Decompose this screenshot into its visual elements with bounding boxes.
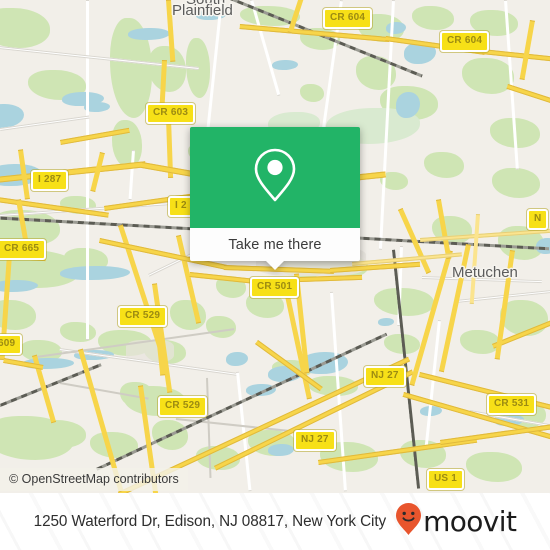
shield-us-1[interactable]: US 1	[427, 469, 465, 490]
shield-i-287[interactable]: I 287	[31, 170, 69, 191]
callout-tail	[266, 261, 284, 270]
shield-cr-665[interactable]: CR 665	[0, 239, 47, 260]
callout-action-bar[interactable]: Take me there	[190, 228, 360, 261]
take-me-there-label: Take me there	[228, 236, 322, 253]
moovit-wordmark: moovit	[423, 505, 517, 538]
shield-cr-529-b[interactable]: CR 529	[158, 396, 208, 417]
shield-cr-501[interactable]: CR 501	[250, 277, 300, 298]
map-screenshot: CR 604 CR 604 CR 603 I 287 I 2 CR 665 CR…	[0, 0, 550, 550]
shield-nj-27-a[interactable]: NJ 27	[364, 366, 406, 387]
shield-609[interactable]: 609	[0, 334, 23, 355]
address-label: 1250 Waterford Dr, Edison, NJ 08817, New…	[33, 512, 387, 530]
footer-bar: 1250 Waterford Dr, Edison, NJ 08817, New…	[0, 493, 550, 550]
shield-cr-531[interactable]: CR 531	[487, 394, 537, 415]
moovit-logo[interactable]: moovit	[395, 502, 517, 541]
place-label-metuchen: Metuchen	[452, 264, 518, 281]
shield-cr-603[interactable]: CR 603	[146, 103, 196, 124]
location-callout-card[interactable]: Take me there	[190, 127, 360, 270]
shield-cr-529-a[interactable]: CR 529	[118, 306, 168, 327]
place-label-south-plainfield: Plainfield	[172, 2, 233, 19]
shield-nj-27-b[interactable]: NJ 27	[294, 430, 336, 451]
map-pin-icon	[252, 146, 298, 209]
shield-cr-604-b[interactable]: CR 604	[440, 31, 490, 52]
map-canvas[interactable]: CR 604 CR 604 CR 603 I 287 I 2 CR 665 CR…	[0, 0, 550, 493]
osm-attribution[interactable]: © OpenStreetMap contributors	[0, 468, 188, 491]
shield-clipped-right[interactable]: N	[527, 209, 549, 230]
callout-icon-panel	[190, 127, 360, 228]
shield-cr-604-a[interactable]: CR 604	[323, 8, 373, 29]
moovit-smiley-pin-icon	[395, 502, 422, 541]
